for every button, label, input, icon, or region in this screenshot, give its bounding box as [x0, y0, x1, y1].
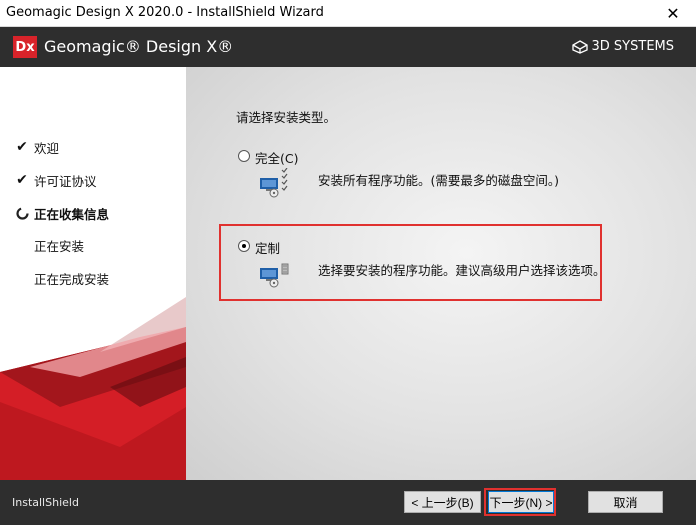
- 3d-systems-icon: [571, 39, 588, 54]
- custom-option-highlight: [219, 224, 602, 301]
- logo-text: Dx: [15, 39, 35, 55]
- option-complete-label[interactable]: 完全(C): [255, 148, 298, 167]
- steps-sidebar: ✔ 欢迎 ✔ 许可证协议 正在收集信息 正在安装 正在完成安装: [0, 67, 186, 480]
- step-label: 许可证协议: [34, 173, 97, 189]
- step-label: 欢迎: [34, 140, 60, 156]
- back-button[interactable]: < 上一步(B): [404, 491, 481, 513]
- brand-logo: 3D SYSTEMS: [571, 39, 674, 54]
- radio-complete[interactable]: [238, 150, 250, 162]
- checkmark-icon: ✔: [16, 172, 28, 188]
- step-label: 正在安装: [34, 238, 85, 254]
- option-complete-description: 安装所有程序功能。(需要最多的磁盘空间。): [318, 173, 560, 188]
- step-finishing: 正在完成安装: [14, 268, 109, 288]
- wizard-footer: InstallShield < 上一步(B) 下一步(N) > 取消: [0, 480, 696, 525]
- step-installing: 正在安装: [14, 235, 84, 255]
- header-banner: Dx Geomagic® Design X® 3D SYSTEMS: [0, 27, 696, 67]
- close-icon[interactable]: ✕: [650, 0, 696, 27]
- step-label: 正在收集信息: [34, 206, 110, 222]
- installshield-brand: InstallShield: [12, 496, 79, 509]
- step-label: 正在完成安装: [34, 271, 110, 287]
- checkmark-icon: ✔: [16, 139, 28, 155]
- complete-install-icon: [260, 168, 288, 198]
- next-button-highlight: [484, 488, 556, 516]
- in-progress-icon: [14, 206, 30, 220]
- product-logo: Dx: [13, 36, 37, 58]
- step-welcome: ✔ 欢迎: [14, 137, 59, 157]
- setup-type-prompt: 请选择安装类型。: [236, 110, 337, 125]
- cancel-button[interactable]: 取消: [588, 491, 663, 513]
- window-titlebar: Geomagic Design X 2020.0 - InstallShield…: [0, 0, 696, 27]
- window-title: Geomagic Design X 2020.0 - InstallShield…: [6, 5, 324, 20]
- step-collecting-info: 正在收集信息: [14, 203, 109, 223]
- brand-name: 3D SYSTEMS: [591, 39, 674, 54]
- step-license: ✔ 许可证协议: [14, 170, 97, 190]
- decorative-red-graphic: [0, 297, 186, 480]
- product-name: Geomagic® Design X®: [44, 37, 234, 56]
